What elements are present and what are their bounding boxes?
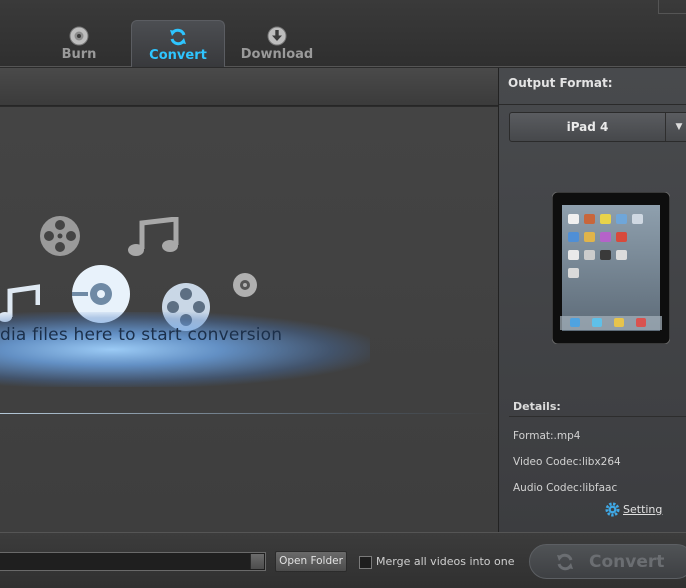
convert-button-label: Convert	[589, 552, 665, 572]
drop-zone-message: dia files here to start conversion	[0, 325, 283, 345]
chevron-down-icon[interactable]: ▼	[665, 113, 686, 141]
tab-convert-label: Convert	[149, 48, 207, 63]
output-format-title: Output Format:	[508, 76, 613, 90]
detail-video-codec: Video Codec:libx264	[513, 456, 621, 468]
open-folder-button[interactable]: Open Folder	[275, 551, 347, 572]
disc-icon	[233, 273, 257, 297]
file-list-header	[0, 68, 498, 106]
tab-download[interactable]: Download	[230, 20, 324, 67]
film-reel-icon	[40, 216, 80, 256]
refresh-icon	[557, 553, 573, 571]
merge-checkbox[interactable]	[359, 556, 372, 569]
divider	[499, 104, 686, 105]
tab-convert[interactable]: Convert	[131, 20, 225, 67]
drop-zone[interactable]: dia files here to start conversion	[0, 107, 498, 532]
disc-icon	[69, 26, 89, 46]
drop-highlight	[0, 312, 370, 387]
detail-audio-codec: Audio Codec:libfaac	[513, 482, 618, 494]
output-format-value: iPad 4	[566, 120, 609, 134]
bottom-toolbar: Open Folder Merge all videos into one Co…	[0, 532, 686, 588]
tab-burn[interactable]: Burn	[32, 20, 126, 67]
gear-icon	[605, 502, 620, 517]
main-tab-bar: Burn Convert Download	[0, 0, 686, 67]
divider	[509, 416, 686, 417]
tab-burn-label: Burn	[61, 47, 97, 62]
output-format-dropdown[interactable]: iPad 4 ▼	[509, 112, 686, 142]
tab-download-label: Download	[240, 47, 314, 62]
ipad-preview-image	[552, 192, 670, 344]
output-panel: Output Format: iPad 4 ▼ Details: Format:…	[498, 68, 686, 532]
browse-button[interactable]	[250, 554, 264, 569]
details-title: Details:	[513, 400, 561, 413]
drop-highlight-line	[0, 413, 498, 414]
download-icon	[267, 26, 287, 46]
setting-link[interactable]: Setting	[623, 503, 662, 516]
convert-button[interactable]: Convert	[529, 544, 686, 579]
merge-checkbox-label[interactable]: Merge all videos into one	[376, 555, 515, 568]
window-corner	[658, 0, 686, 14]
output-path-field[interactable]	[0, 552, 266, 571]
music-note-icon	[128, 217, 179, 256]
detail-format: Format:.mp4	[513, 430, 581, 442]
refresh-icon	[170, 28, 186, 46]
